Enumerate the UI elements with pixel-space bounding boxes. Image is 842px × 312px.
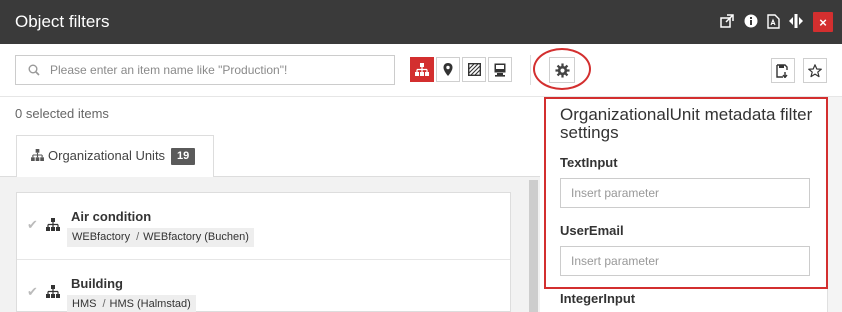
view-location-button[interactable] [436, 57, 460, 82]
org-tree-icon [415, 63, 429, 76]
view-org-tree-button[interactable] [410, 57, 434, 82]
check-icon[interactable]: ✔ [27, 284, 38, 300]
view-device-button[interactable] [488, 57, 512, 82]
org-tree-icon [31, 149, 44, 161]
integer-input-label: IntegerInput [560, 291, 636, 306]
path-segment: HMS (Halmstad) [109, 298, 191, 310]
hatched-area-icon [467, 63, 481, 76]
favorite-button[interactable] [803, 58, 827, 83]
toolbar-divider [530, 55, 531, 85]
org-tree-icon [46, 218, 60, 231]
item-path: WEBfactory / WEBfactory (Buchen) [67, 228, 254, 247]
info-icon[interactable] [743, 13, 759, 29]
panel-highlight-box [544, 97, 828, 289]
path-segment: WEBfactory (Buchen) [143, 231, 249, 243]
selected-items-count: 0 selected items [15, 106, 109, 121]
path-separator: / [136, 231, 140, 243]
location-pin-icon [443, 63, 453, 76]
list-item[interactable]: ✔ Building HMS / HMS (Halmstad) [17, 259, 510, 312]
org-tree-icon [46, 285, 60, 298]
item-name: Building [71, 276, 123, 291]
search-icon [28, 64, 40, 76]
view-area-button[interactable] [462, 57, 486, 82]
save-filter-button[interactable] [771, 58, 795, 83]
tab-count-badge: 19 [171, 148, 196, 165]
pdf-icon[interactable] [765, 13, 781, 29]
device-icon [494, 63, 506, 77]
path-segment: WEBfactory [72, 231, 131, 243]
external-link-icon[interactable] [719, 13, 735, 29]
window-title: Object filters [15, 12, 110, 31]
search-box[interactable] [15, 55, 395, 85]
list-item[interactable]: ✔ Air condition WEBfactory / WEBfactory (B… [17, 193, 510, 259]
item-list: ✔ Air condition WEBfactory / WEBfactory (B… [16, 192, 511, 312]
save-filter-icon [776, 63, 788, 78]
check-icon[interactable]: ✔ [27, 217, 38, 233]
item-name: Air condition [71, 209, 152, 224]
list-scrollbar-thumb[interactable] [529, 180, 538, 312]
tab-label: Organizational Units [48, 148, 166, 163]
resize-vertical-icon[interactable] [788, 13, 804, 29]
path-segment: HMS [72, 298, 97, 310]
settings-highlight-ellipse [533, 48, 591, 90]
search-input[interactable] [50, 56, 390, 84]
close-button[interactable]: × [813, 12, 833, 32]
tab-organizational-units[interactable]: Organizational Units 19 [16, 135, 214, 177]
star-icon [808, 63, 822, 77]
path-separator: / [102, 298, 106, 310]
item-path: HMS / HMS (Halmstad) [67, 295, 196, 312]
window-header: Object filters × [0, 0, 842, 44]
panel-edge [827, 97, 842, 312]
